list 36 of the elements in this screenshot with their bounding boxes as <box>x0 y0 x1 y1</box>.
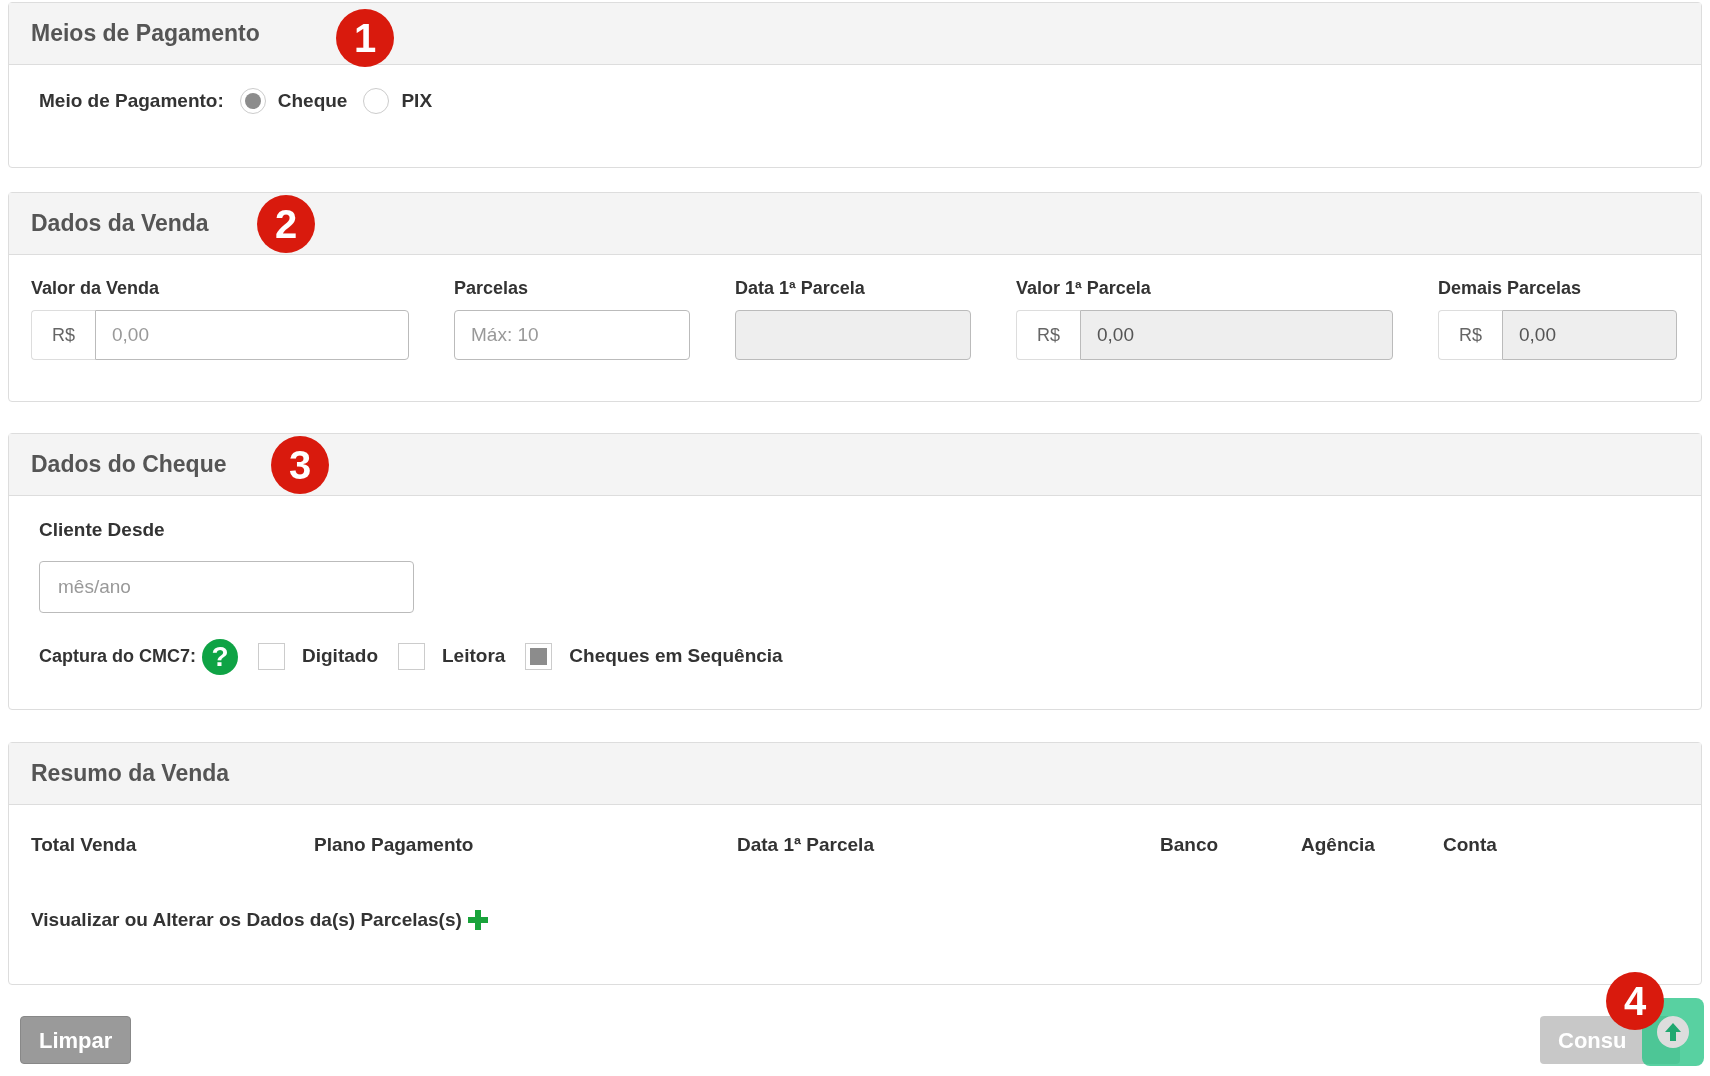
currency-prefix: R$ <box>31 310 95 360</box>
section-title: Resumo da Venda <box>31 759 230 789</box>
field-label: Valor da Venda <box>31 277 161 300</box>
radio-option[interactable]: PIX <box>363 87 433 116</box>
step-number-badge: 4 <box>1606 972 1664 1030</box>
column-header: Data 1ª Parcela <box>737 834 874 855</box>
field-label: Meio de Pagamento: <box>39 89 224 113</box>
text-input[interactable]: 0,00 <box>95 310 409 360</box>
checkbox-option[interactable]: Cheques em Sequência <box>525 642 783 671</box>
step-number-badge: 3 <box>271 436 329 494</box>
section-title: Dados do Cheque <box>31 450 227 480</box>
column-header: Plano Pagamento <box>314 834 474 855</box>
field-label: Cliente Desde <box>39 518 166 542</box>
field-label: Demais Parcelas <box>1438 277 1583 300</box>
column-header: Agência <box>1301 834 1375 855</box>
checkbox-option[interactable]: Leitora <box>398 642 506 671</box>
text-input[interactable]: Máx: 10 <box>454 310 690 360</box>
field-label: Valor 1ª Parcela <box>1016 277 1152 300</box>
currency-prefix: R$ <box>1016 310 1080 360</box>
arrow-up-icon <box>1656 1015 1690 1049</box>
section-title: Meios de Pagamento <box>31 19 260 49</box>
field-label: Parcelas <box>454 277 530 300</box>
step-number-badge: 1 <box>336 9 394 67</box>
plus-icon[interactable] <box>467 909 488 930</box>
checkbox-option[interactable]: Digitado <box>258 642 378 671</box>
field-label: Captura do CMC7: <box>39 645 196 668</box>
step-number-badge: 2 <box>257 195 315 253</box>
radio-option[interactable]: Cheque <box>239 87 348 116</box>
section-title: Dados da Venda <box>31 209 209 239</box>
month-year-input[interactable]: mês/ano <box>39 560 414 613</box>
column-header: Conta <box>1443 834 1497 855</box>
field-label: Data 1ª Parcela <box>735 277 866 300</box>
column-header: Banco <box>1160 834 1219 855</box>
details-link[interactable]: Visualizar ou Alterar os Dados da(s) Parcelas(s) <box>31 905 462 934</box>
column-header: Total Venda <box>31 834 137 855</box>
currency-prefix: R$ <box>1438 310 1502 360</box>
